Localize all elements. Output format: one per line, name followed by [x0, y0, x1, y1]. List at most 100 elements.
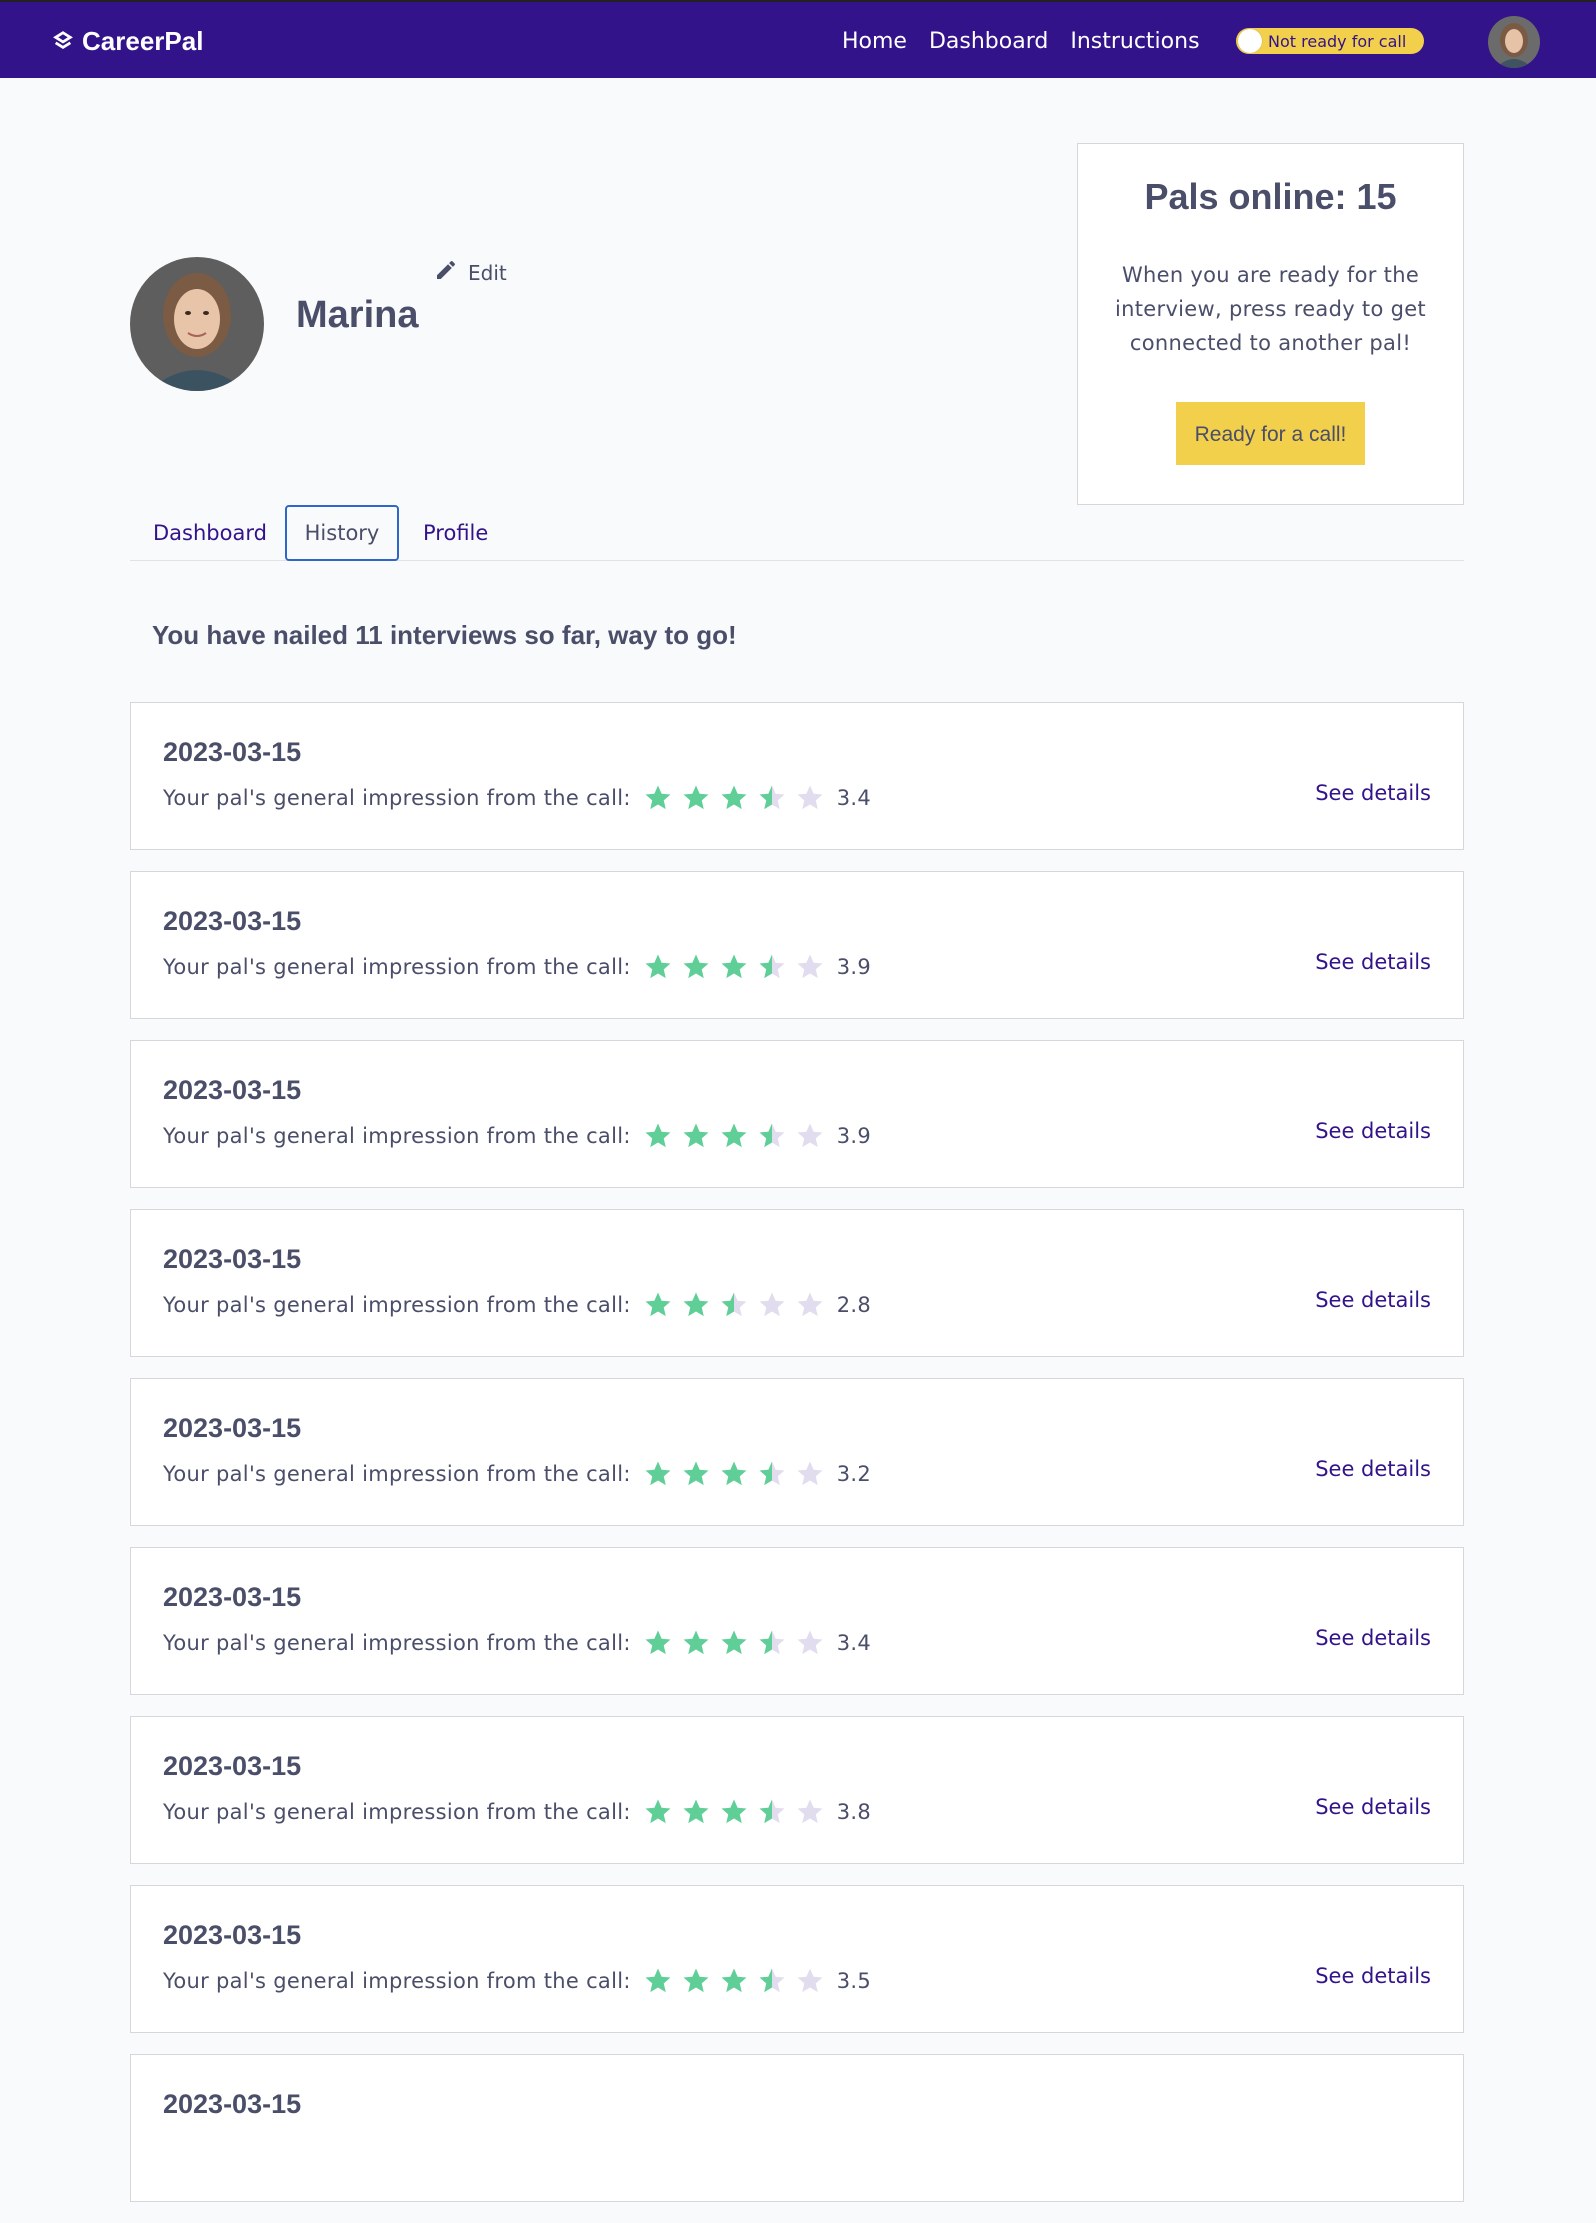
star-icon	[797, 1123, 823, 1148]
profile-tabs: Dashboard History Profile	[130, 505, 1464, 561]
rating-score: 3.9	[836, 955, 872, 979]
impression-row: Your pal's general impression from the c…	[163, 1121, 871, 1151]
edit-label: Edit	[468, 260, 507, 285]
edit-profile-button[interactable]: Edit	[434, 258, 507, 287]
see-details-link[interactable]: See details	[1315, 1964, 1431, 1988]
history-date: 2023-03-15	[163, 1075, 302, 1105]
star-icon	[683, 1123, 709, 1148]
rating-score: 3.4	[836, 786, 872, 810]
tab-history[interactable]: History	[285, 505, 399, 561]
see-details-link[interactable]: See details	[1315, 1119, 1431, 1143]
star-icon	[797, 954, 823, 979]
history-card: 2023-03-15 Your pal's general impression …	[130, 1716, 1464, 1864]
impression-label: Your pal's general impression from the c…	[163, 1124, 631, 1148]
star-icon	[797, 1292, 823, 1317]
careerpal-logo-icon	[52, 30, 74, 52]
rating-score: 3.5	[836, 1969, 872, 1993]
star-icon	[797, 1799, 823, 1824]
star-icon	[645, 1292, 671, 1317]
star-icon	[759, 954, 785, 979]
star-icon	[645, 1799, 671, 1824]
see-details-link[interactable]: See details	[1315, 1457, 1431, 1481]
interviews-summary: You have nailed 11 interviews so far, wa…	[152, 620, 737, 650]
rating-score: 2.8	[836, 1293, 872, 1317]
history-date: 2023-03-15	[163, 1244, 302, 1274]
user-avatar[interactable]	[1488, 16, 1540, 68]
nav-instructions[interactable]: Instructions	[1070, 29, 1199, 54]
star-rating	[643, 1290, 825, 1320]
ready-status-toggle[interactable]: Not ready for call	[1236, 28, 1424, 54]
history-card: 2023-03-15 Your pal's general impression …	[130, 1040, 1464, 1188]
star-icon	[721, 1292, 747, 1317]
pencil-icon	[434, 258, 458, 287]
ready-for-call-button[interactable]: Ready for a call!	[1176, 402, 1365, 465]
star-icon	[721, 954, 747, 979]
history-card: 2023-03-15 Your pal's general impression …	[130, 1378, 1464, 1526]
rating-score: 3.8	[836, 1800, 872, 1824]
star-rating	[643, 1966, 825, 1996]
history-card: 2023-03-15 Your pal's general impression …	[130, 1547, 1464, 1695]
star-icon	[645, 1630, 671, 1655]
see-details-link[interactable]: See details	[1315, 1795, 1431, 1819]
history-date: 2023-03-15	[163, 1582, 302, 1612]
see-details-link[interactable]: See details	[1315, 1288, 1431, 1312]
impression-label: Your pal's general impression from the c…	[163, 1800, 631, 1824]
star-icon	[683, 954, 709, 979]
see-details-link[interactable]: See details	[1315, 1626, 1431, 1650]
history-date: 2023-03-15	[163, 737, 302, 767]
star-icon	[721, 1968, 747, 1993]
impression-label: Your pal's general impression from the c…	[163, 1969, 631, 1993]
impression-row: Your pal's general impression from the c…	[163, 1290, 871, 1320]
star-icon	[721, 1461, 747, 1486]
pals-online-title: Pals online: 15	[1144, 176, 1397, 217]
impression-label: Your pal's general impression from the c…	[163, 1293, 631, 1317]
impression-label: Your pal's general impression from the c…	[163, 1462, 631, 1486]
rating-score: 3.4	[836, 1631, 872, 1655]
history-date: 2023-03-15	[163, 2089, 302, 2119]
star-icon	[759, 1123, 785, 1148]
star-icon	[721, 1630, 747, 1655]
star-icon	[645, 954, 671, 979]
brand[interactable]: CareerPal	[52, 24, 203, 58]
pals-online-card: Pals online: 15 When you are ready for t…	[1077, 143, 1464, 505]
history-date: 2023-03-15	[163, 906, 302, 936]
tab-dashboard[interactable]: Dashboard	[153, 505, 267, 561]
history-date: 2023-03-15	[163, 1751, 302, 1781]
star-icon	[683, 1630, 709, 1655]
history-card: 2023-03-15	[130, 2054, 1464, 2202]
impression-label: Your pal's general impression from the c…	[163, 786, 631, 810]
star-rating	[643, 1797, 825, 1827]
star-icon	[645, 1461, 671, 1486]
impression-label: Your pal's general impression from the c…	[163, 955, 631, 979]
toggle-knob	[1238, 29, 1262, 53]
see-details-link[interactable]: See details	[1315, 781, 1431, 805]
main-nav: Home Dashboard Instructions	[842, 24, 1222, 58]
star-icon	[683, 1968, 709, 1993]
star-icon	[797, 785, 823, 810]
impression-row: Your pal's general impression from the c…	[163, 1797, 871, 1827]
star-icon	[683, 1461, 709, 1486]
profile-photo	[130, 257, 264, 391]
impression-row: Your pal's general impression from the c…	[163, 783, 871, 813]
star-icon	[721, 1799, 747, 1824]
tab-profile[interactable]: Profile	[423, 505, 488, 561]
star-icon	[683, 1799, 709, 1824]
top-navbar: CareerPal Home Dashboard Instructions No…	[0, 0, 1596, 78]
toggle-label: Not ready for call	[1268, 31, 1407, 51]
history-card: 2023-03-15 Your pal's general impression …	[130, 1885, 1464, 2033]
star-icon	[797, 1630, 823, 1655]
star-rating	[643, 783, 825, 813]
star-icon	[759, 1630, 785, 1655]
rating-score: 3.9	[836, 1124, 872, 1148]
star-rating	[643, 952, 825, 982]
impression-label: Your pal's general impression from the c…	[163, 1631, 631, 1655]
nav-home[interactable]: Home	[842, 29, 907, 54]
nav-dashboard[interactable]: Dashboard	[929, 29, 1048, 54]
star-icon	[683, 1292, 709, 1317]
see-details-link[interactable]: See details	[1315, 950, 1431, 974]
history-date: 2023-03-15	[163, 1413, 302, 1443]
brand-name: CareerPal	[82, 25, 204, 56]
history-card: 2023-03-15 Your pal's general impression …	[130, 702, 1464, 850]
pals-online-description: When you are ready for the interview, pr…	[1115, 263, 1426, 355]
star-rating	[643, 1459, 825, 1489]
